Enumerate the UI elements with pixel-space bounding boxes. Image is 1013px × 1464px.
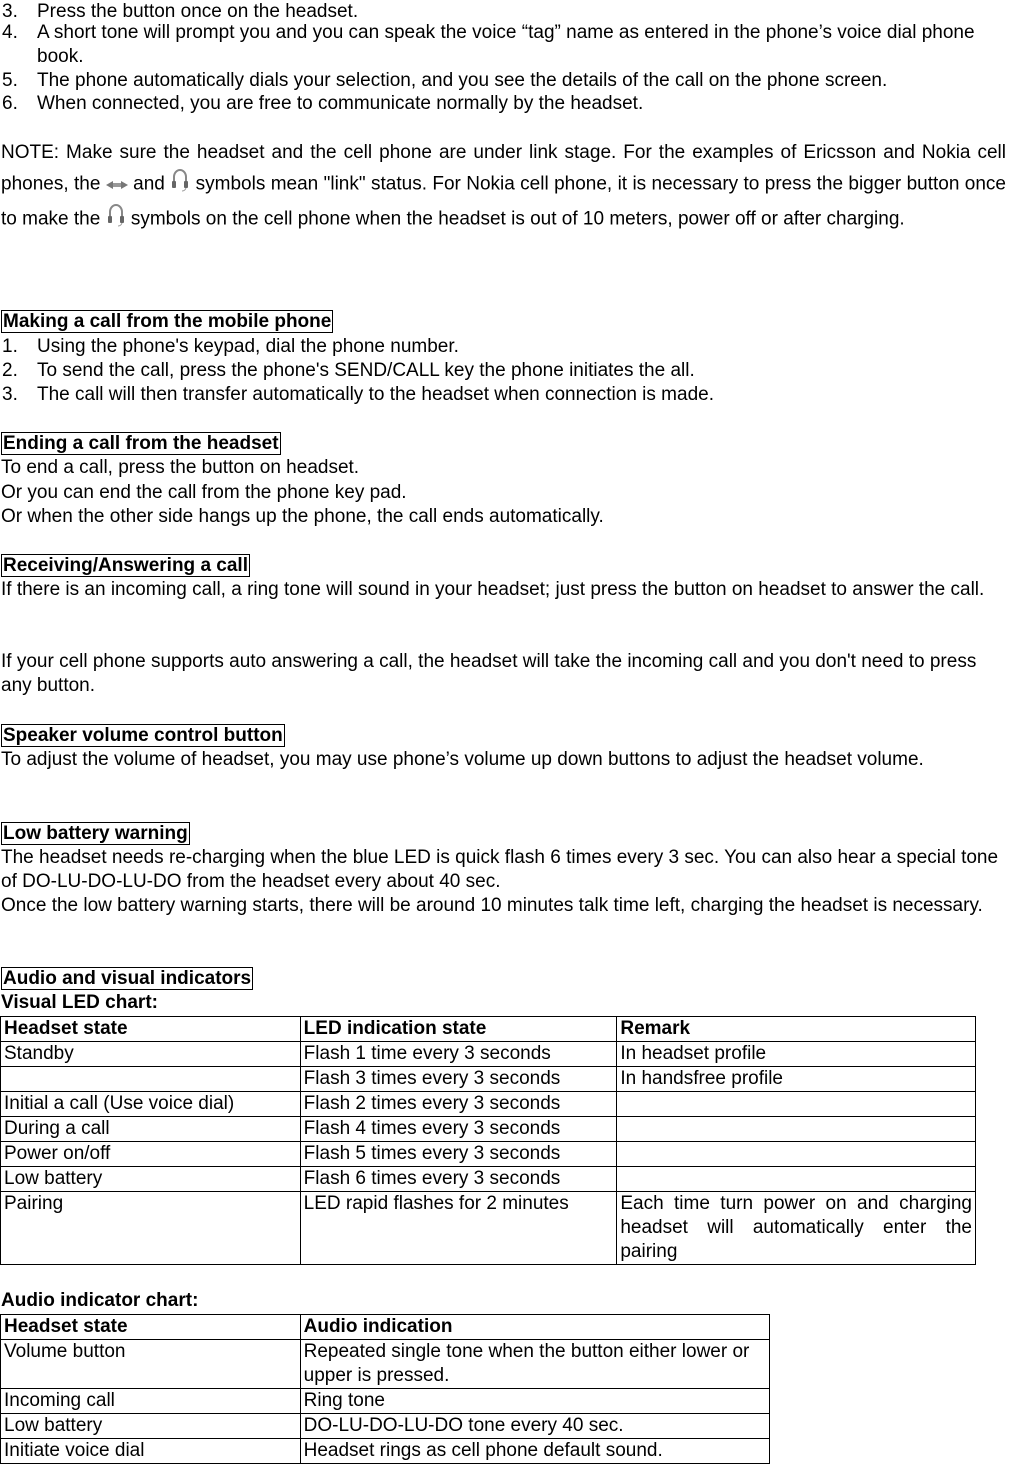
table-row: Volume button Repeated single tone when … <box>0 1339 771 1389</box>
table-cell: Headset rings as cell phone default soun… <box>299 1438 771 1464</box>
list-text: The phone automatically dials your selec… <box>37 70 888 91</box>
auto-answer-paragraph: If your cell phone supports auto answeri… <box>1 651 977 696</box>
table-row: During a call Flash 4 times every 3 seco… <box>0 1116 976 1142</box>
list-number: 5. <box>2 70 18 91</box>
list-number: 2. <box>2 360 18 381</box>
table-cell: Repeated single tone when the button eit… <box>299 1339 771 1389</box>
column-header: Headset state <box>0 1016 301 1042</box>
table-row: Low battery DO-LU-DO-LU-DO tone every 40… <box>0 1413 771 1439</box>
list-number: 6. <box>2 93 18 114</box>
list-text: The call will then transfer automaticall… <box>37 384 714 405</box>
table-cell: Flash 6 times every 3 seconds <box>299 1166 618 1192</box>
low-battery-talk-time-paragraph: Once the low battery warning starts, the… <box>1 895 983 916</box>
led-chart-title: Visual LED chart: <box>1 992 158 1013</box>
list-number: 1. <box>2 336 18 357</box>
note-text: symbols on the cell phone when the heads… <box>125 208 905 230</box>
table-cell: Pairing <box>0 1191 301 1265</box>
table-cell: DO-LU-DO-LU-DO tone every 40 sec. <box>299 1413 771 1439</box>
table-cell: Flash 5 times every 3 seconds <box>299 1141 618 1167</box>
column-header: Audio indication <box>299 1314 771 1340</box>
note-text: and <box>127 173 171 195</box>
table-cell <box>616 1166 976 1192</box>
table-header-row: Headset state Audio indication <box>0 1314 771 1340</box>
table-cell <box>616 1116 976 1142</box>
table-cell <box>0 1066 301 1092</box>
table-row: Initial a call (Use voice dial) Flash 2 … <box>0 1091 976 1117</box>
table-cell: In handsfree profile <box>616 1066 976 1092</box>
table-row: Low battery Flash 6 times every 3 second… <box>0 1166 976 1192</box>
table-cell <box>616 1091 976 1117</box>
table-cell: Initiate voice dial <box>0 1438 301 1464</box>
low-battery-paragraph: The headset needs re-charging when the b… <box>1 847 999 892</box>
section-heading-making-call: Making a call from the mobile phone <box>1 310 334 333</box>
led-chart-table: Headset state LED indication state Remar… <box>0 1016 976 1265</box>
table-cell: In headset profile <box>616 1041 976 1067</box>
table-cell: Flash 4 times every 3 seconds <box>299 1116 618 1142</box>
table-cell: Ring tone <box>299 1388 771 1414</box>
table-cell: Flash 1 time every 3 seconds <box>299 1041 618 1067</box>
section-heading-low-battery: Low battery warning <box>1 822 190 845</box>
note-paragraph: NOTE: Make sure the headset and the cell… <box>1 138 1006 237</box>
column-header: Headset state <box>0 1314 301 1340</box>
column-header: Remark <box>616 1016 976 1042</box>
speaker-volume-text: To adjust the volume of headset, you may… <box>1 749 924 770</box>
table-row: Initiate voice dial Headset rings as cel… <box>0 1438 771 1464</box>
table-cell: Each time turn power on and charging hea… <box>616 1191 976 1265</box>
table-row: Incoming call Ring tone <box>0 1388 771 1414</box>
table-cell: Flash 3 times every 3 seconds <box>299 1066 618 1092</box>
list-text: A short tone will prompt you and you can… <box>37 22 975 67</box>
list-text: Using the phone's keypad, dial the phone… <box>37 336 459 357</box>
table-cell: Volume button <box>0 1339 301 1389</box>
table-cell: Low battery <box>0 1413 301 1439</box>
table-cell: Incoming call <box>0 1388 301 1414</box>
headset-icon <box>170 167 190 202</box>
audio-chart-title: Audio indicator chart: <box>1 1290 199 1311</box>
receiving-call-paragraph: If there is an incoming call, a ring ton… <box>1 579 985 600</box>
section-heading-ending-call: Ending a call from the headset <box>1 432 281 455</box>
headset-icon <box>106 202 126 237</box>
ending-call-line: Or you can end the call from the phone k… <box>1 482 407 503</box>
table-header-row: Headset state LED indication state Remar… <box>0 1016 976 1042</box>
section-heading-receiving-call: Receiving/Answering a call <box>1 554 250 577</box>
table-row: Pairing LED rapid flashes for 2 minutes … <box>0 1191 976 1265</box>
list-number: 3. <box>2 384 18 405</box>
link-arrows-icon <box>105 170 128 199</box>
list-text: To send the call, press the phone's SEND… <box>37 360 695 381</box>
list-number: 4. <box>2 22 18 43</box>
table-cell: Low battery <box>0 1166 301 1192</box>
audio-chart-table: Headset state Audio indication Volume bu… <box>0 1314 771 1464</box>
table-cell <box>616 1141 976 1167</box>
table-cell: Standby <box>0 1041 301 1067</box>
table-cell: Power on/off <box>0 1141 301 1167</box>
table-row: Power on/off Flash 5 times every 3 secon… <box>0 1141 976 1167</box>
ending-call-line: To end a call, press the button on heads… <box>1 457 360 478</box>
list-text: When connected, you are free to communic… <box>37 93 644 114</box>
table-cell: During a call <box>0 1116 301 1142</box>
section-heading-indicators: Audio and visual indicators <box>1 967 254 990</box>
ending-call-line: Or when the other side hangs up the phon… <box>1 506 604 527</box>
table-cell: Initial a call (Use voice dial) <box>0 1091 301 1117</box>
table-row: Flash 3 times every 3 seconds In handsfr… <box>0 1066 976 1092</box>
table-cell: LED rapid flashes for 2 minutes <box>299 1191 618 1265</box>
section-heading-speaker-volume: Speaker volume control button <box>1 724 285 747</box>
column-header: LED indication state <box>299 1016 618 1042</box>
table-row: Standby Flash 1 time every 3 seconds In … <box>0 1041 976 1067</box>
table-cell: Flash 2 times every 3 seconds <box>299 1091 618 1117</box>
